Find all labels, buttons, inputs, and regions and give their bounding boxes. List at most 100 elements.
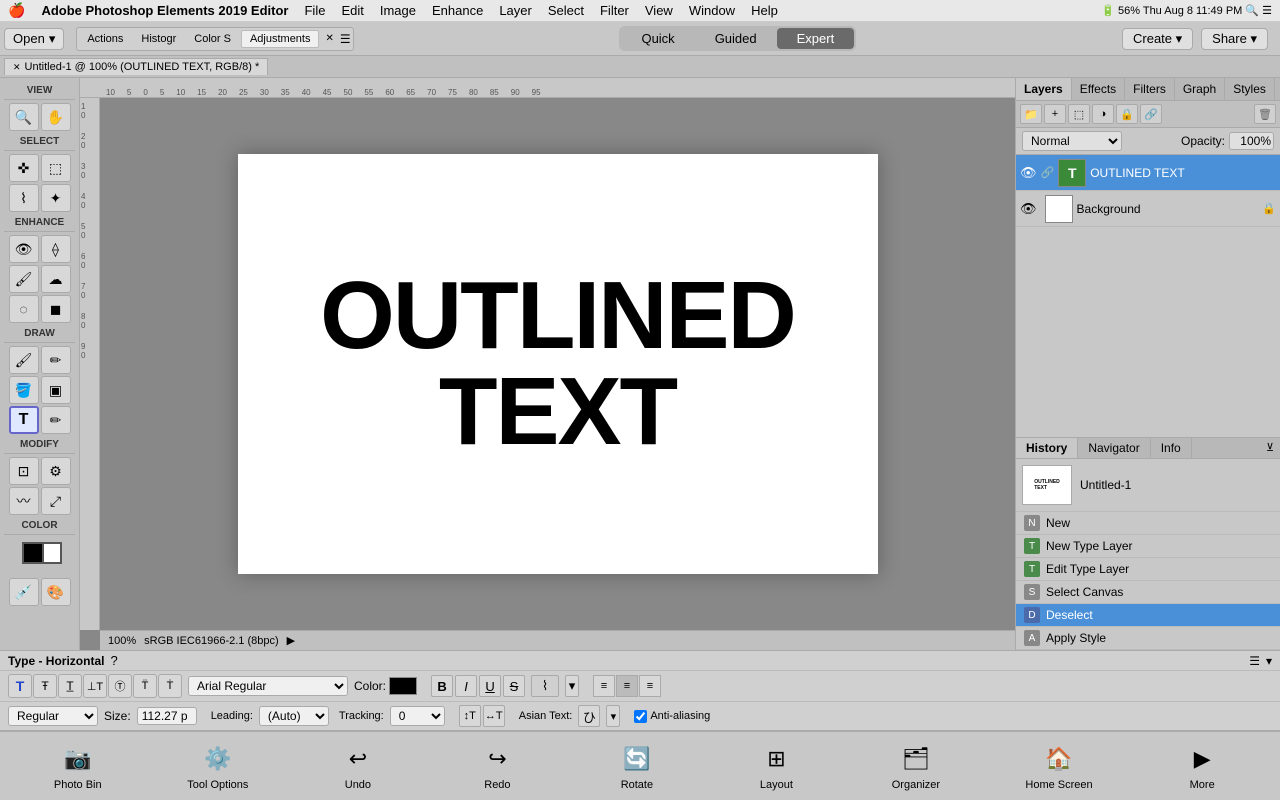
link-layers-btn[interactable]: 🔗: [1140, 104, 1162, 124]
type-style6-btn[interactable]: T̈: [133, 674, 157, 698]
history-item-select-canvas[interactable]: S Select Canvas: [1016, 581, 1280, 604]
asian-text-dropdown[interactable]: ▾: [606, 705, 620, 727]
open-button[interactable]: Open ▾: [4, 28, 64, 50]
panel-menu-icon[interactable]: ☰: [340, 32, 351, 46]
canvas-area[interactable]: 105 05 1015 2025 3035 4045 5055 6065 707…: [80, 78, 1015, 650]
history-tab-navigator[interactable]: Navigator: [1078, 438, 1150, 458]
align-right-btn[interactable]: ≡: [639, 675, 661, 697]
tab-histogr[interactable]: Histogr: [133, 31, 184, 47]
gradient-tool[interactable]: ▣: [41, 376, 71, 404]
warp-dropdown[interactable]: ▾: [565, 675, 579, 697]
menu-image[interactable]: Image: [380, 3, 416, 18]
antialiasing-checkbox[interactable]: [634, 710, 647, 723]
blur-tool[interactable]: ◌: [9, 295, 39, 323]
warp-text-btn[interactable]: ⌇: [531, 675, 559, 697]
horizontal-scale-btn[interactable]: ↔T: [483, 705, 505, 727]
leading-select[interactable]: (Auto): [259, 706, 329, 726]
menu-view[interactable]: View: [645, 3, 673, 18]
recompose-tool[interactable]: ⚙: [41, 457, 71, 485]
create-button[interactable]: Create ▾: [1122, 28, 1193, 50]
nav-home-screen[interactable]: 🏠 Home Screen: [1025, 741, 1092, 791]
tab-filters[interactable]: Filters: [1125, 78, 1175, 100]
menu-layer[interactable]: Layer: [499, 3, 532, 18]
italic-btn[interactable]: I: [455, 675, 477, 697]
menu-enhance[interactable]: Enhance: [432, 3, 483, 18]
type-style4-btn[interactable]: ⊥T: [83, 674, 107, 698]
nav-more[interactable]: ▶ More: [1172, 741, 1232, 791]
adjustment-layer-btn[interactable]: ◑: [1092, 104, 1114, 124]
nav-layout[interactable]: ⊞ Layout: [746, 741, 806, 791]
type-collapse-btn[interactable]: ▾: [1266, 654, 1272, 668]
layer-background[interactable]: 👁 Background 🔒: [1016, 191, 1280, 227]
nav-tool-options[interactable]: ⚙️ Tool Options: [187, 741, 248, 791]
pencil-tool[interactable]: ✏: [41, 406, 71, 434]
share-button[interactable]: Share ▾: [1201, 28, 1268, 50]
nav-photo-bin[interactable]: 📷 Photo Bin: [48, 741, 108, 791]
straighten-tool[interactable]: ⤢: [41, 487, 71, 515]
antialiasing-group[interactable]: Anti-aliasing: [634, 710, 710, 723]
smudge-tool[interactable]: ☁: [41, 265, 71, 293]
crop-tool[interactable]: ⊡: [9, 457, 39, 485]
move-tool[interactable]: ✜: [9, 154, 39, 182]
type-style2-btn[interactable]: Ŧ: [33, 674, 57, 698]
font-select[interactable]: Arial Regular: [188, 676, 348, 696]
mode-quick[interactable]: Quick: [621, 28, 694, 49]
type-style5-btn[interactable]: Ⓣ: [108, 674, 132, 698]
tab-effects[interactable]: Effects: [1072, 78, 1125, 100]
doc-close-icon[interactable]: ✕: [13, 62, 21, 73]
nav-organizer[interactable]: 🗂 Organizer: [886, 741, 946, 791]
tab-adjustments[interactable]: Adjustments: [241, 30, 320, 48]
underline-btn[interactable]: U: [479, 675, 501, 697]
tab-colors[interactable]: Color S: [186, 31, 239, 47]
type-style7-btn[interactable]: Ṫ: [158, 674, 182, 698]
type-options-icon[interactable]: ☰: [1249, 654, 1260, 668]
opacity-input[interactable]: [1229, 132, 1274, 150]
strikethrough-btn[interactable]: S: [503, 675, 525, 697]
type-horizontal-btn[interactable]: T: [8, 674, 32, 698]
history-expand-btn[interactable]: ⊻: [1260, 438, 1280, 458]
history-item-edit-type[interactable]: T Edit Type Layer: [1016, 558, 1280, 581]
layer-outlined-text[interactable]: 👁 🔗 T OUTLINED TEXT: [1016, 155, 1280, 191]
menu-window[interactable]: Window: [689, 3, 735, 18]
nav-rotate[interactable]: 🔄 Rotate: [607, 741, 667, 791]
canvas-content[interactable]: OUTLINED TEXT: [100, 98, 1015, 630]
clone-tool[interactable]: 🖌: [9, 265, 39, 293]
layer-link-outlined[interactable]: 🔗: [1041, 166, 1055, 179]
history-item-apply-style[interactable]: A Apply Style: [1016, 627, 1280, 650]
layer-mask-btn[interactable]: ⬚: [1068, 104, 1090, 124]
nav-redo[interactable]: ↪ Redo: [467, 741, 527, 791]
apple-menu[interactable]: 🍎: [8, 2, 25, 19]
tab-styles[interactable]: Styles: [1225, 78, 1275, 100]
history-item-deselect[interactable]: D Deselect: [1016, 604, 1280, 627]
nav-undo[interactable]: ↩ Undo: [328, 741, 388, 791]
canvas-arrow[interactable]: ▶: [287, 634, 295, 647]
color-swatch[interactable]: [389, 677, 417, 695]
create-layer-btn[interactable]: +: [1044, 104, 1066, 124]
tab-graph[interactable]: Graph: [1175, 78, 1225, 100]
layer-visibility-outlined[interactable]: 👁: [1020, 165, 1037, 181]
menu-help[interactable]: Help: [751, 3, 778, 18]
liquify-tool[interactable]: 〰: [9, 487, 39, 515]
blend-mode-select[interactable]: Normal: [1022, 131, 1122, 151]
type-tool[interactable]: T: [9, 406, 39, 434]
zoom-tool[interactable]: 🔍: [9, 103, 39, 131]
doc-tab-untitled[interactable]: ✕ Untitled-1 @ 100% (OUTLINED TEXT, RGB/…: [4, 58, 268, 75]
bold-btn[interactable]: B: [431, 675, 453, 697]
red-eye-tool[interactable]: 👁: [9, 235, 39, 263]
lasso-tool[interactable]: ⌇: [9, 184, 39, 212]
help-icon[interactable]: ?: [110, 653, 117, 668]
magic-wand-tool[interactable]: ✦: [41, 184, 71, 212]
history-item-new-type[interactable]: T New Type Layer: [1016, 535, 1280, 558]
lock-layer-btn[interactable]: 🔒: [1116, 104, 1138, 124]
foreground-color[interactable]: [22, 542, 44, 564]
delete-layer-btn[interactable]: 🗑: [1254, 104, 1276, 124]
tab-actions[interactable]: Actions: [79, 31, 131, 47]
impressionist-tool[interactable]: ✏: [41, 346, 71, 374]
menu-select[interactable]: Select: [548, 3, 584, 18]
close-panel-button[interactable]: ✕: [325, 33, 333, 44]
history-tab-history[interactable]: History: [1016, 438, 1078, 458]
mode-guided[interactable]: Guided: [695, 28, 777, 49]
align-left-btn[interactable]: ≡: [593, 675, 615, 697]
eyedropper-tool[interactable]: 💉: [9, 578, 39, 606]
hand-tool[interactable]: ✋: [41, 103, 71, 131]
